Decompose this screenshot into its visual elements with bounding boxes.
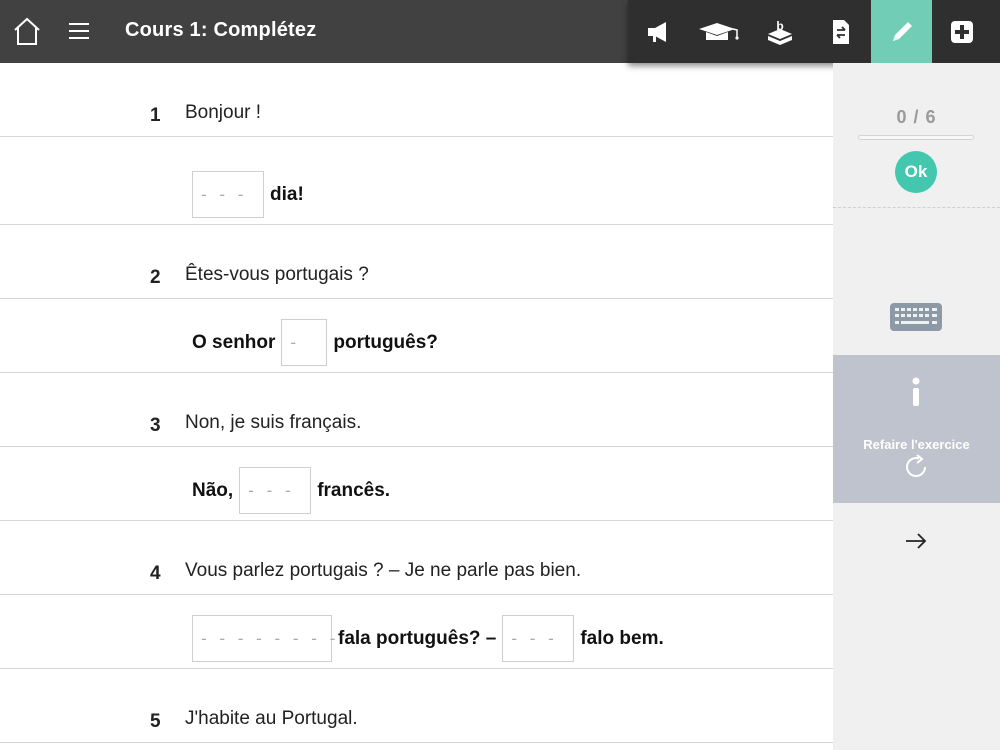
item-number: 5 (150, 711, 161, 732)
answer-text: fala português? – (338, 627, 497, 649)
exercise-prompt-row: 3 Non, je suis français. (0, 373, 833, 447)
item-number: 4 (150, 563, 161, 584)
answer-blank[interactable]: - - - (239, 467, 312, 514)
vocabulary-box-icon: b (767, 19, 792, 45)
side-panel: 0 / 6 Ok Refaire l'exercice (833, 63, 1000, 750)
exercise-answer-row: - - - dia! (0, 151, 833, 225)
answer-text: falo bem. (580, 627, 664, 649)
item-number: 2 (150, 267, 161, 288)
ok-button[interactable]: Ok (895, 151, 937, 193)
divider (833, 207, 1000, 208)
exercise-list: 1 Bonjour ! - - - dia! 2 Êtes-vous portu… (0, 63, 833, 750)
prompt-text: Bonjour ! (185, 102, 262, 123)
answer-text: O senhor (192, 331, 276, 353)
answer-text: francês. (317, 479, 391, 501)
answer-line: O senhor - português? (192, 319, 438, 366)
redo-label: Refaire l'exercice (863, 437, 970, 452)
pencil-button[interactable] (871, 0, 932, 63)
home-icon[interactable] (12, 16, 42, 46)
exercise-prompt-row: 2 Êtes-vous portugais ? (0, 225, 833, 299)
answer-blank[interactable]: - - - - - - - - (192, 615, 335, 662)
toolbar: b (628, 0, 1000, 63)
answer-blank[interactable]: - - - (192, 171, 264, 218)
answer-line: Não, - - - francês. (192, 467, 390, 514)
answer-line: - - - dia! (192, 171, 304, 218)
redo-exercise-button[interactable]: Refaire l'exercice (833, 355, 1000, 503)
keyboard-icon[interactable] (890, 303, 942, 333)
answer-blank[interactable]: - (281, 319, 328, 366)
answer-text: dia! (270, 183, 304, 205)
answer-text: Não, (192, 479, 234, 501)
vocabulary-button[interactable]: b (750, 0, 811, 63)
page-title: Cours 1: Complétez (125, 19, 317, 41)
answer-blank[interactable]: - - - (502, 615, 575, 662)
add-button[interactable] (932, 0, 993, 63)
graduation-button[interactable] (689, 0, 750, 63)
hamburger-menu-icon[interactable] (67, 20, 91, 42)
info-icon (912, 377, 920, 406)
exercise-prompt-row: 4 Vous parlez portugais ? – Je ne parle … (0, 521, 833, 595)
prompt-text: J'habite au Portugal. (185, 708, 358, 729)
prompt-text: Non, je suis français. (185, 412, 362, 433)
exercise-prompt-row: 1 Bonjour ! (0, 63, 833, 137)
top-bar: Cours 1: Complétez b (0, 0, 1000, 63)
answer-line: - - - - - - - - fala português? – - - - … (192, 615, 664, 662)
pencil-icon (892, 21, 912, 41)
exercise-answer-row: O senhor - português? (0, 299, 833, 373)
document-button[interactable] (810, 0, 871, 63)
prompt-text: Vous parlez portugais ? – Je ne parle pa… (185, 560, 582, 581)
graduation-cap-icon (699, 22, 739, 40)
item-number: 1 (150, 105, 161, 126)
score-progress-bar (858, 135, 974, 140)
refresh-icon (906, 454, 926, 477)
megaphone-button[interactable] (628, 0, 689, 63)
megaphone-icon (648, 21, 667, 42)
prompt-text: Êtes-vous portugais ? (185, 264, 369, 285)
svg-text:b: b (776, 19, 783, 33)
item-number: 3 (150, 415, 161, 436)
plus-square-icon (951, 20, 974, 43)
exercise-answer-row: - - - - - - - - fala português? – - - - … (0, 595, 833, 669)
score-counter: 0 / 6 (896, 107, 937, 127)
answer-text: português? (333, 331, 438, 353)
exercise-prompt-row: 5 J'habite au Portugal. (0, 669, 833, 743)
document-swap-icon (832, 19, 849, 44)
exercise-answer-row: Não, - - - francês. (0, 447, 833, 521)
arrow-right-icon[interactable] (903, 529, 929, 553)
